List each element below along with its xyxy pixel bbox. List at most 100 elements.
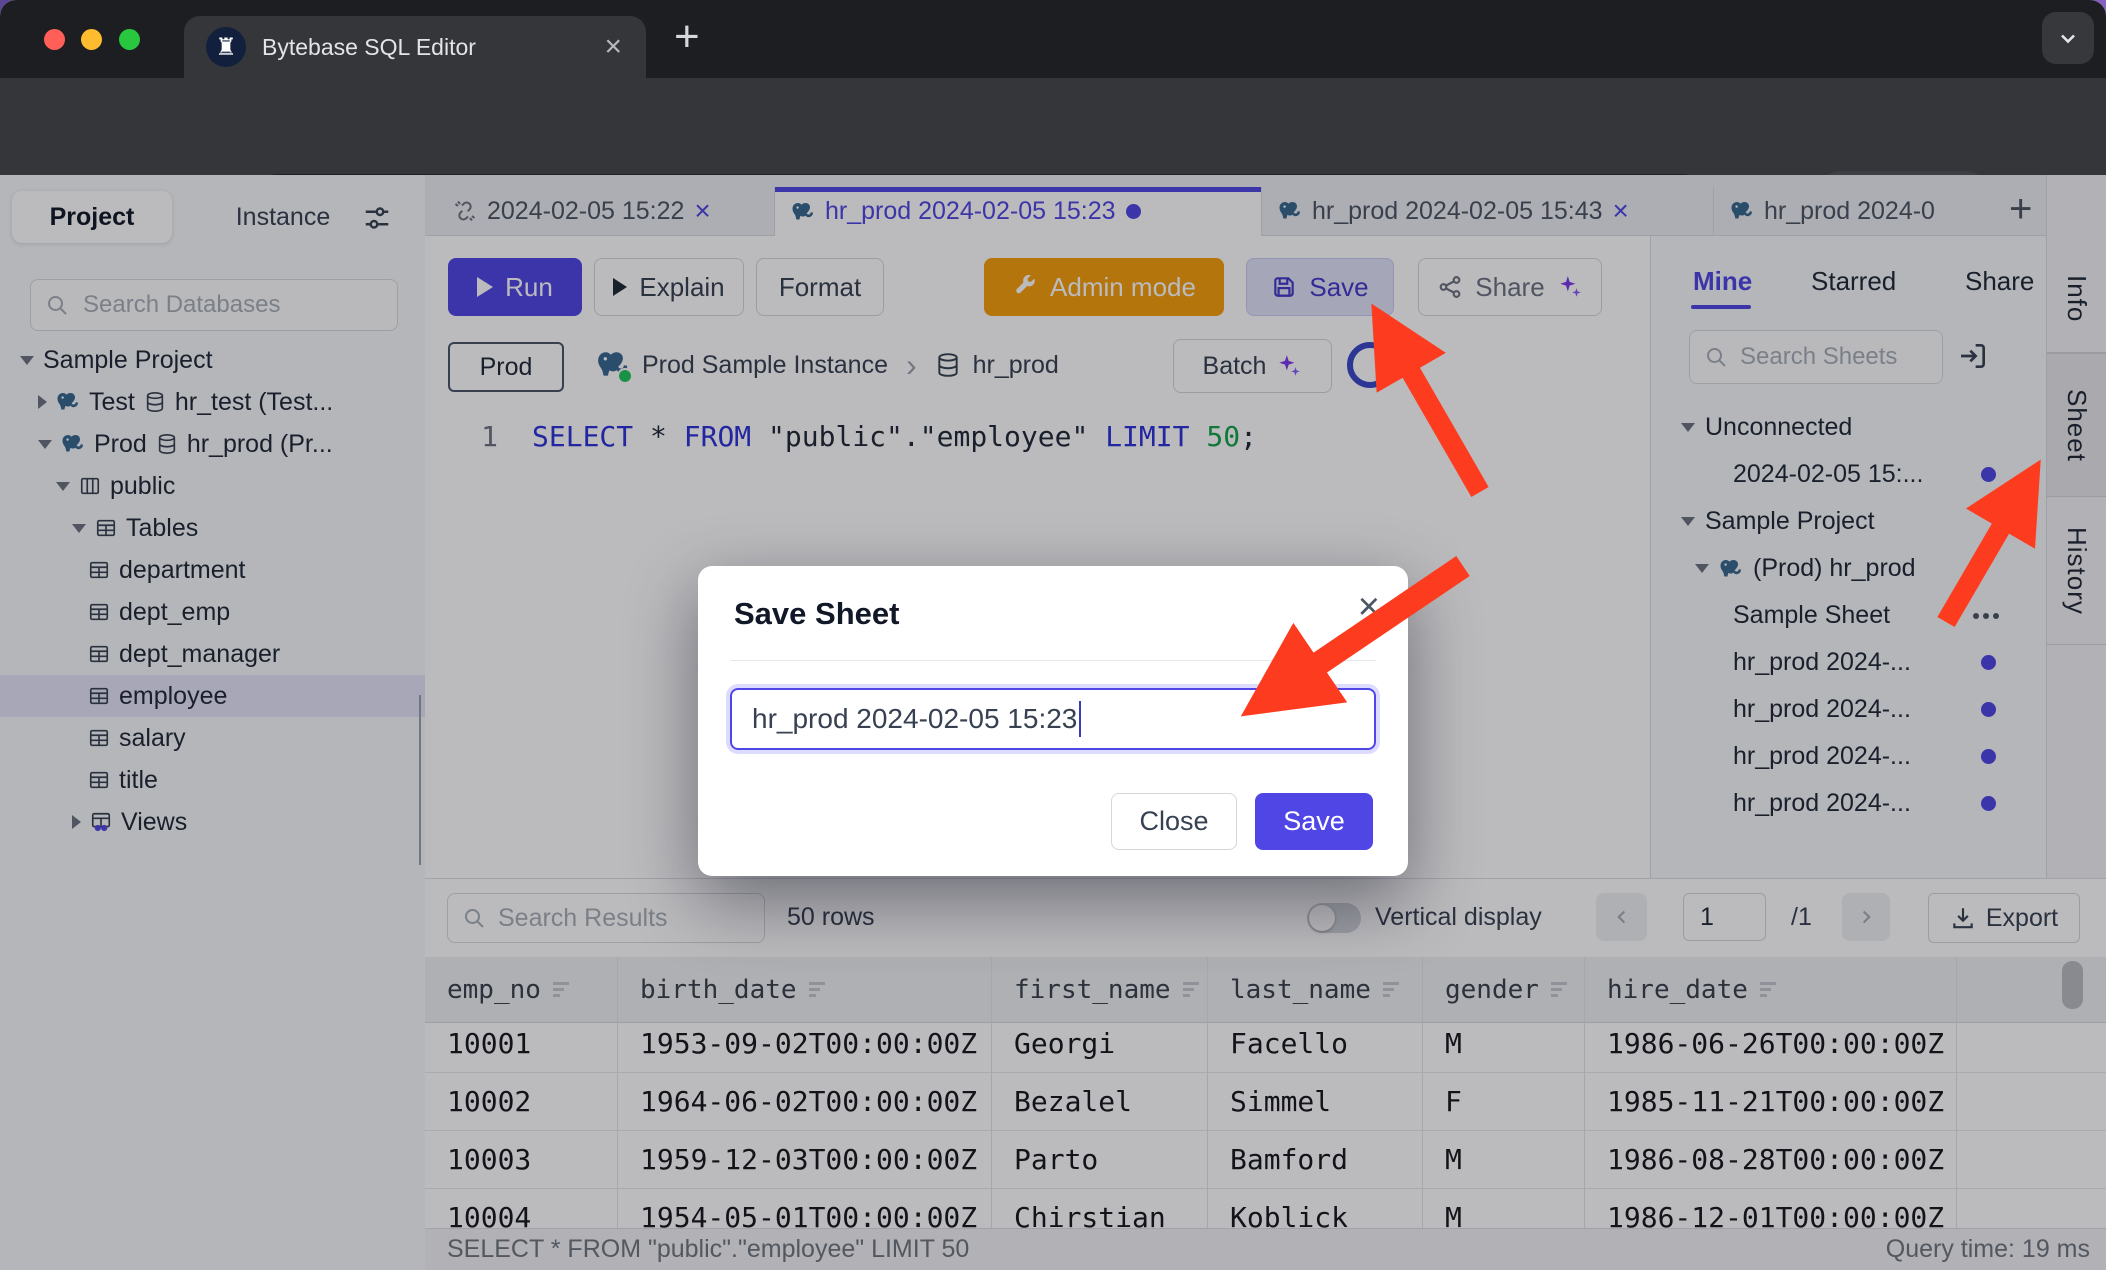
result-table: emp_no birth_date first_name last_name g… bbox=[425, 957, 2106, 1247]
column-header-last_name[interactable]: last_name bbox=[1208, 957, 1423, 1023]
sort-icon[interactable] bbox=[553, 979, 569, 1000]
tree-item-views[interactable]: Views bbox=[0, 801, 425, 843]
column-header-hire_date[interactable]: hire_date bbox=[1585, 957, 1957, 1023]
caret-right-icon[interactable] bbox=[38, 395, 47, 409]
new-browser-tab-button[interactable]: + bbox=[674, 12, 700, 62]
column-header-emp_no[interactable]: emp_no bbox=[425, 957, 618, 1023]
sort-icon[interactable] bbox=[1383, 979, 1399, 1000]
column-header-birth_date[interactable]: birth_date bbox=[618, 957, 992, 1023]
caret-right-icon[interactable] bbox=[72, 815, 81, 829]
sheet-connection[interactable]: (Prod) hr_prod bbox=[1651, 545, 2047, 592]
database-search[interactable] bbox=[30, 279, 398, 331]
import-sheet-icon[interactable] bbox=[1957, 340, 1989, 372]
rail-tab-history[interactable]: History bbox=[2047, 497, 2106, 645]
results-search[interactable] bbox=[447, 893, 765, 943]
sql-code-line[interactable]: SELECT * FROM "public"."employee" LIMIT … bbox=[532, 420, 1257, 453]
database-name[interactable]: hr_prod bbox=[973, 351, 1059, 380]
tab-project[interactable]: Project bbox=[12, 191, 172, 243]
sheets-tab-mine[interactable]: Mine bbox=[1693, 260, 1752, 302]
caret-down-icon[interactable] bbox=[56, 482, 70, 491]
sheet-item[interactable]: hr_prod 2024-... bbox=[1651, 733, 2047, 780]
tree-item-tables[interactable]: Tables bbox=[0, 507, 425, 549]
sheet-search[interactable] bbox=[1689, 330, 1943, 384]
caret-down-icon[interactable] bbox=[72, 524, 86, 533]
table-cell: Simmel bbox=[1208, 1073, 1423, 1131]
page-number-input[interactable] bbox=[1683, 893, 1766, 941]
editor-tab-3[interactable]: hr_prod 2024-02-05 15:43 × bbox=[1262, 187, 1714, 235]
caret-down-icon[interactable] bbox=[20, 356, 34, 365]
window-close-button[interactable] bbox=[44, 29, 65, 50]
sheet-item[interactable]: hr_prod 2024-... bbox=[1651, 686, 2047, 733]
sheet-group-unconnected[interactable]: Unconnected bbox=[1651, 404, 2047, 451]
editor-tab-2-active[interactable]: hr_prod 2024-02-05 15:23 bbox=[775, 187, 1262, 236]
tree-item-table-employee[interactable]: employee bbox=[0, 675, 425, 717]
caret-down-icon[interactable] bbox=[38, 440, 52, 449]
sheet-item-sample[interactable]: Sample Sheet bbox=[1651, 592, 2047, 639]
dialog-close-icon[interactable]: × bbox=[1358, 588, 1380, 626]
next-page-button[interactable] bbox=[1842, 893, 1890, 941]
more-menu-icon[interactable] bbox=[1973, 613, 1999, 619]
format-button[interactable]: Format bbox=[756, 258, 884, 316]
browser-tab-close-icon[interactable]: × bbox=[604, 32, 622, 62]
column-header-gender[interactable]: gender bbox=[1423, 957, 1585, 1023]
caret-down-icon[interactable] bbox=[1681, 517, 1695, 526]
save-button[interactable]: Save bbox=[1246, 258, 1394, 316]
tab-close-icon[interactable]: × bbox=[694, 195, 710, 227]
run-button[interactable]: Run bbox=[448, 258, 582, 316]
sheet-search-input[interactable] bbox=[1738, 342, 1932, 372]
filter-settings-icon[interactable] bbox=[362, 203, 392, 233]
sheet-item[interactable]: 2024-02-05 15:... bbox=[1651, 451, 2047, 498]
caret-down-icon[interactable] bbox=[1695, 564, 1709, 573]
dialog-save-button[interactable]: Save bbox=[1255, 793, 1373, 850]
scrollbar-thumb[interactable] bbox=[2062, 961, 2083, 1009]
tree-item-prod-db[interactable]: Prod hr_prod (Pr... bbox=[0, 423, 425, 465]
explain-button[interactable]: Explain bbox=[594, 258, 744, 316]
sort-icon[interactable] bbox=[1183, 979, 1199, 1000]
sort-icon[interactable] bbox=[1760, 979, 1776, 1000]
sheet-name-input[interactable]: hr_prod 2024-02-05 15:23 bbox=[730, 688, 1376, 750]
rail-tab-sheet[interactable]: Sheet bbox=[2047, 353, 2106, 497]
new-sheet-tab-button[interactable]: + bbox=[1991, 187, 2050, 235]
editor-tab-1[interactable]: 2024-02-05 15:22 × bbox=[437, 187, 775, 235]
tree-item-test-db[interactable]: Test hr_test (Test... bbox=[0, 381, 425, 423]
vertical-display-toggle[interactable] bbox=[1307, 903, 1361, 933]
tab-close-icon[interactable]: × bbox=[1613, 195, 1629, 227]
sort-icon[interactable] bbox=[1551, 979, 1567, 1000]
tab-instance[interactable]: Instance bbox=[218, 191, 348, 243]
tree-item-table-department[interactable]: department bbox=[0, 549, 425, 591]
rail-tab-info[interactable]: Info bbox=[2047, 245, 2106, 353]
admin-mode-button[interactable]: Admin mode bbox=[984, 258, 1224, 316]
window-zoom-button[interactable] bbox=[119, 29, 140, 50]
prev-page-button[interactable] bbox=[1596, 893, 1647, 941]
sheets-tab-share[interactable]: Share bbox=[1965, 260, 2034, 302]
sheet-item[interactable]: hr_prod 2024-... bbox=[1651, 780, 2047, 827]
browser-tab[interactable]: ♜ Bytebase SQL Editor × bbox=[184, 16, 646, 78]
tree-item-table-dept_emp[interactable]: dept_emp bbox=[0, 591, 425, 633]
environment-chip[interactable]: Prod bbox=[448, 342, 564, 392]
batch-button[interactable]: Batch bbox=[1173, 339, 1332, 393]
tree-item-table-dept_manager[interactable]: dept_manager bbox=[0, 633, 425, 675]
instance-name[interactable]: Prod Sample Instance bbox=[642, 351, 888, 380]
results-search-input[interactable] bbox=[496, 903, 740, 934]
table-cell: 10003 bbox=[425, 1131, 618, 1189]
timer-ring-icon[interactable] bbox=[1347, 342, 1393, 388]
sort-icon[interactable] bbox=[809, 979, 825, 1000]
database-search-input[interactable] bbox=[81, 290, 365, 320]
tab-search-button[interactable] bbox=[2042, 12, 2094, 64]
tree-item-schema-public[interactable]: public bbox=[0, 465, 425, 507]
dialog-close-button[interactable]: Close bbox=[1111, 793, 1237, 850]
tree-item-table-title[interactable]: title bbox=[0, 759, 425, 801]
sheets-tab-starred[interactable]: Starred bbox=[1811, 260, 1896, 302]
editor-tab-4[interactable]: hr_prod 2024-0 bbox=[1714, 187, 1991, 235]
caret-down-icon[interactable] bbox=[1681, 423, 1695, 432]
window-minimize-button[interactable] bbox=[81, 29, 102, 50]
breadcrumb-chevron-icon: › bbox=[906, 347, 917, 384]
sheet-group-project[interactable]: Sample Project bbox=[1651, 498, 2047, 545]
sheet-item[interactable]: hr_prod 2024-... bbox=[1651, 639, 2047, 686]
share-button[interactable]: Share bbox=[1418, 258, 1602, 316]
tree-item-table-salary[interactable]: salary bbox=[0, 717, 425, 759]
unsaved-dot-icon bbox=[1981, 655, 1996, 670]
column-header-first_name[interactable]: first_name bbox=[992, 957, 1208, 1023]
export-button[interactable]: Export bbox=[1928, 893, 2080, 943]
tree-item-project[interactable]: Sample Project bbox=[0, 339, 425, 381]
